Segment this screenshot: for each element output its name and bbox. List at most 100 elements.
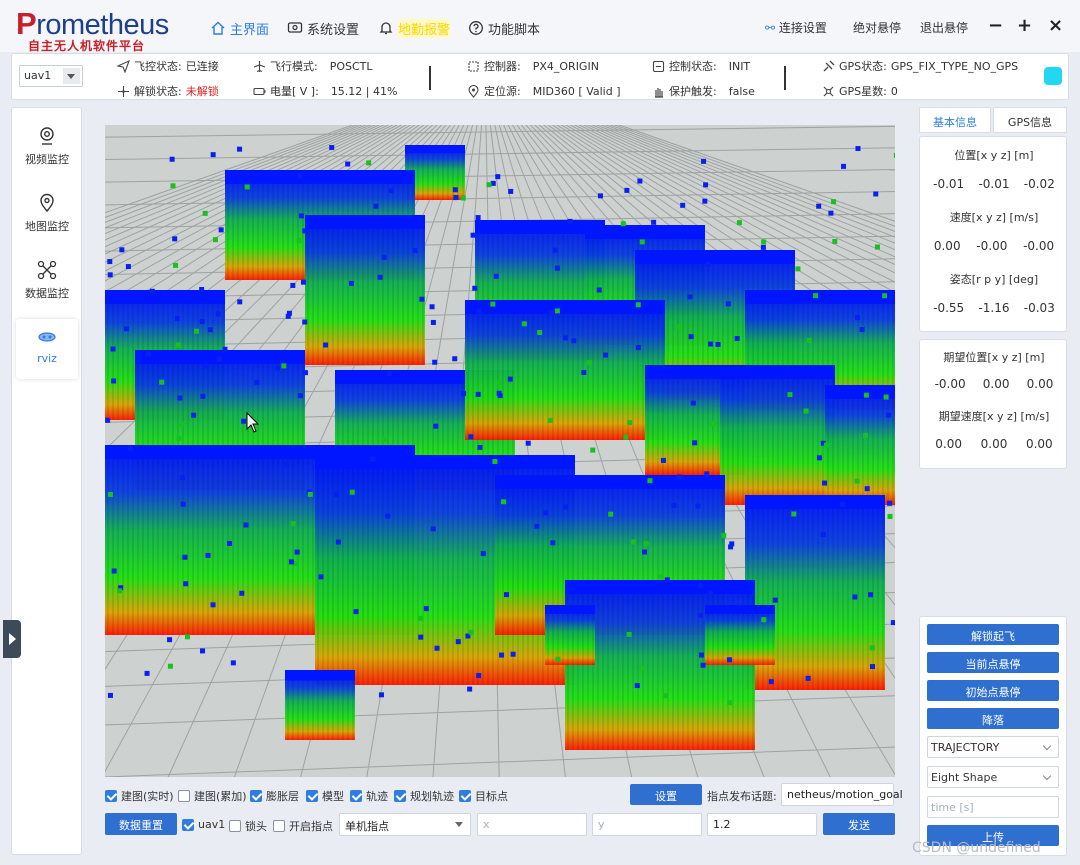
pointing-mode-select[interactable]: 单机指点	[339, 813, 471, 836]
control-panel-icon	[652, 60, 665, 72]
propeller-icon	[118, 85, 129, 97]
rviz-icon	[38, 332, 56, 342]
left-sidebar: 视频监控 地图监控 数据监控 rviz	[11, 107, 82, 855]
airplane-icon	[253, 60, 266, 72]
location-pin-icon	[468, 84, 479, 98]
location-source: 定位源: MID360 [ Valid ]	[467, 83, 621, 99]
voxel-block	[825, 385, 895, 505]
camera-icon	[40, 127, 54, 145]
x-input[interactable]: x	[477, 813, 587, 836]
shape-select[interactable]: Eight Shape	[927, 766, 1059, 788]
sidebar-item-data[interactable]: 数据监控	[16, 252, 78, 312]
checkbox-unchecked	[229, 820, 241, 832]
chevron-down-icon	[455, 822, 463, 827]
hover-current-button[interactable]: 当前点悬停	[927, 652, 1059, 673]
time-input[interactable]: time [s]	[927, 796, 1059, 818]
settings-button[interactable]: 设置	[630, 784, 702, 805]
attitude-title: 姿态[r p y] [deg]	[949, 273, 1039, 286]
cb-trajectory[interactable]: 轨迹	[350, 788, 388, 804]
minimize-button[interactable]: −	[988, 15, 1003, 36]
send-icon	[117, 59, 130, 73]
checkbox-checked	[182, 818, 194, 831]
home-icon	[211, 21, 225, 35]
checkbox-unchecked	[273, 820, 285, 832]
logo-subtitle: 自主无人机软件平台	[28, 39, 146, 53]
fc-status: 飞控状态: 已连接	[117, 58, 219, 74]
sidebar-item-rviz[interactable]: rviz	[16, 319, 78, 379]
hand-icon	[655, 87, 663, 98]
sidebar-collapse-toggle[interactable]	[3, 620, 21, 658]
drone-icon	[37, 260, 57, 280]
checkbox-checked	[105, 790, 117, 802]
status-divider	[429, 66, 431, 90]
cb-planned-trajectory[interactable]: 规划轨迹	[394, 788, 454, 804]
checkbox-unchecked	[178, 790, 190, 802]
app-logo: Prometheus 自主无人机软件平台	[16, 6, 186, 53]
cb-enable-pointing[interactable]: 开启指点	[273, 818, 333, 834]
close-button[interactable]: ×	[1048, 15, 1063, 36]
battery-status: 电量[ V ]: 15.12 | 41%	[253, 83, 397, 99]
nav-scripts[interactable]: 功能脚本	[468, 18, 540, 38]
cb-target-point[interactable]: 目标点	[459, 788, 508, 804]
arm-takeoff-button[interactable]: 解锁起飞	[927, 624, 1059, 645]
satellite-count-icon	[823, 86, 834, 96]
cb-inflation[interactable]: 膨胀层	[250, 788, 299, 804]
topic-input[interactable]: netheus/motion_goal	[781, 783, 903, 806]
desired-velocity-title: 期望速度[x y z] [m/s]	[938, 410, 1050, 423]
send-button[interactable]: 发送	[823, 813, 895, 835]
status-divider	[784, 66, 786, 90]
maximize-button[interactable]: +	[1017, 15, 1032, 36]
trajectory-select[interactable]: TRAJECTORY	[927, 736, 1059, 758]
hover-initial-button[interactable]: 初始点悬停	[927, 680, 1059, 701]
battery-icon	[253, 87, 266, 95]
chevron-down-icon	[63, 68, 80, 84]
status-bar: uav1 飞控状态: 已连接 解锁状态: 未解锁 飞行模式: POSCTL 电量[ V…	[11, 53, 1069, 100]
rviz-3d-viewport[interactable]	[105, 125, 895, 777]
settings-monitor-icon	[287, 22, 303, 33]
absolute-hover-button[interactable]: 绝对悬停	[853, 19, 901, 36]
cb-uav1[interactable]: uav1	[182, 818, 225, 831]
desired-position-title: 期望位置[x y z] [m]	[943, 351, 1045, 364]
y-input[interactable]: y	[592, 813, 702, 836]
land-button[interactable]: 降落	[927, 708, 1059, 729]
voxel-blocks	[105, 145, 895, 750]
checkbox-checked	[250, 790, 262, 802]
z-input[interactable]: 1.2	[707, 813, 817, 836]
cb-model[interactable]: 模型	[306, 788, 344, 804]
control-state: 控制状态: INIT	[652, 58, 750, 74]
tab-basic-info[interactable]: 基本信息	[919, 107, 991, 133]
sidebar-item-video[interactable]: 视频监控	[16, 118, 78, 178]
nav-home[interactable]: 主界面	[210, 18, 269, 38]
desired-state-card: 期望位置[x y z] [m] -0.00 0.00 0.00 期望速度[x y z…	[919, 339, 1067, 469]
desired-position-values: -0.00 0.00 0.00	[934, 377, 1054, 391]
nav-settings[interactable]: 系统设置	[287, 18, 359, 38]
velocity-title: 速度[x y z] [m/s]	[949, 211, 1039, 224]
help-circle-icon	[469, 21, 483, 35]
arm-status: 解锁状态: 未解锁	[117, 83, 219, 99]
checkbox-checked	[394, 790, 406, 802]
checkbox-checked	[306, 790, 318, 802]
chevron-down-icon	[1042, 771, 1052, 781]
checkbox-checked	[459, 790, 471, 802]
point-cloud-scene	[105, 125, 895, 777]
exit-hover-button[interactable]: 退出悬停	[920, 19, 968, 36]
satellite-icon	[823, 60, 835, 71]
cb-mapping-realtime[interactable]: 建图(实时)	[105, 788, 174, 804]
link-icon: ⚯	[765, 21, 776, 35]
checkbox-checked	[350, 790, 362, 802]
uav-select[interactable]: uav1	[19, 65, 83, 87]
cb-lock-heading[interactable]: 锁头	[229, 818, 267, 834]
position-title: 位置[x y z] [m]	[954, 149, 1034, 162]
watermark: CSDN @undefined	[912, 840, 1041, 856]
voxel-block	[465, 300, 665, 440]
desired-velocity-values: 0.00 0.00 0.00	[935, 437, 1053, 451]
sidebar-item-map[interactable]: 地图监控	[16, 185, 78, 245]
tab-gps-info[interactable]: GPS信息	[993, 107, 1067, 133]
connect-settings-button[interactable]: ⚯ 连接设置	[765, 19, 827, 36]
gps-satellites: GPS星数: 0	[822, 83, 898, 99]
flight-mode: 飞行模式: POSCTL	[253, 58, 373, 74]
controller-status: 控制器: PX4_ORIGIN	[467, 58, 599, 74]
data-reset-button[interactable]: 数据重置	[105, 813, 177, 835]
cb-mapping-accumulate[interactable]: 建图(累加)	[178, 788, 247, 804]
nav-alert[interactable]: 地勤报警	[378, 18, 451, 38]
